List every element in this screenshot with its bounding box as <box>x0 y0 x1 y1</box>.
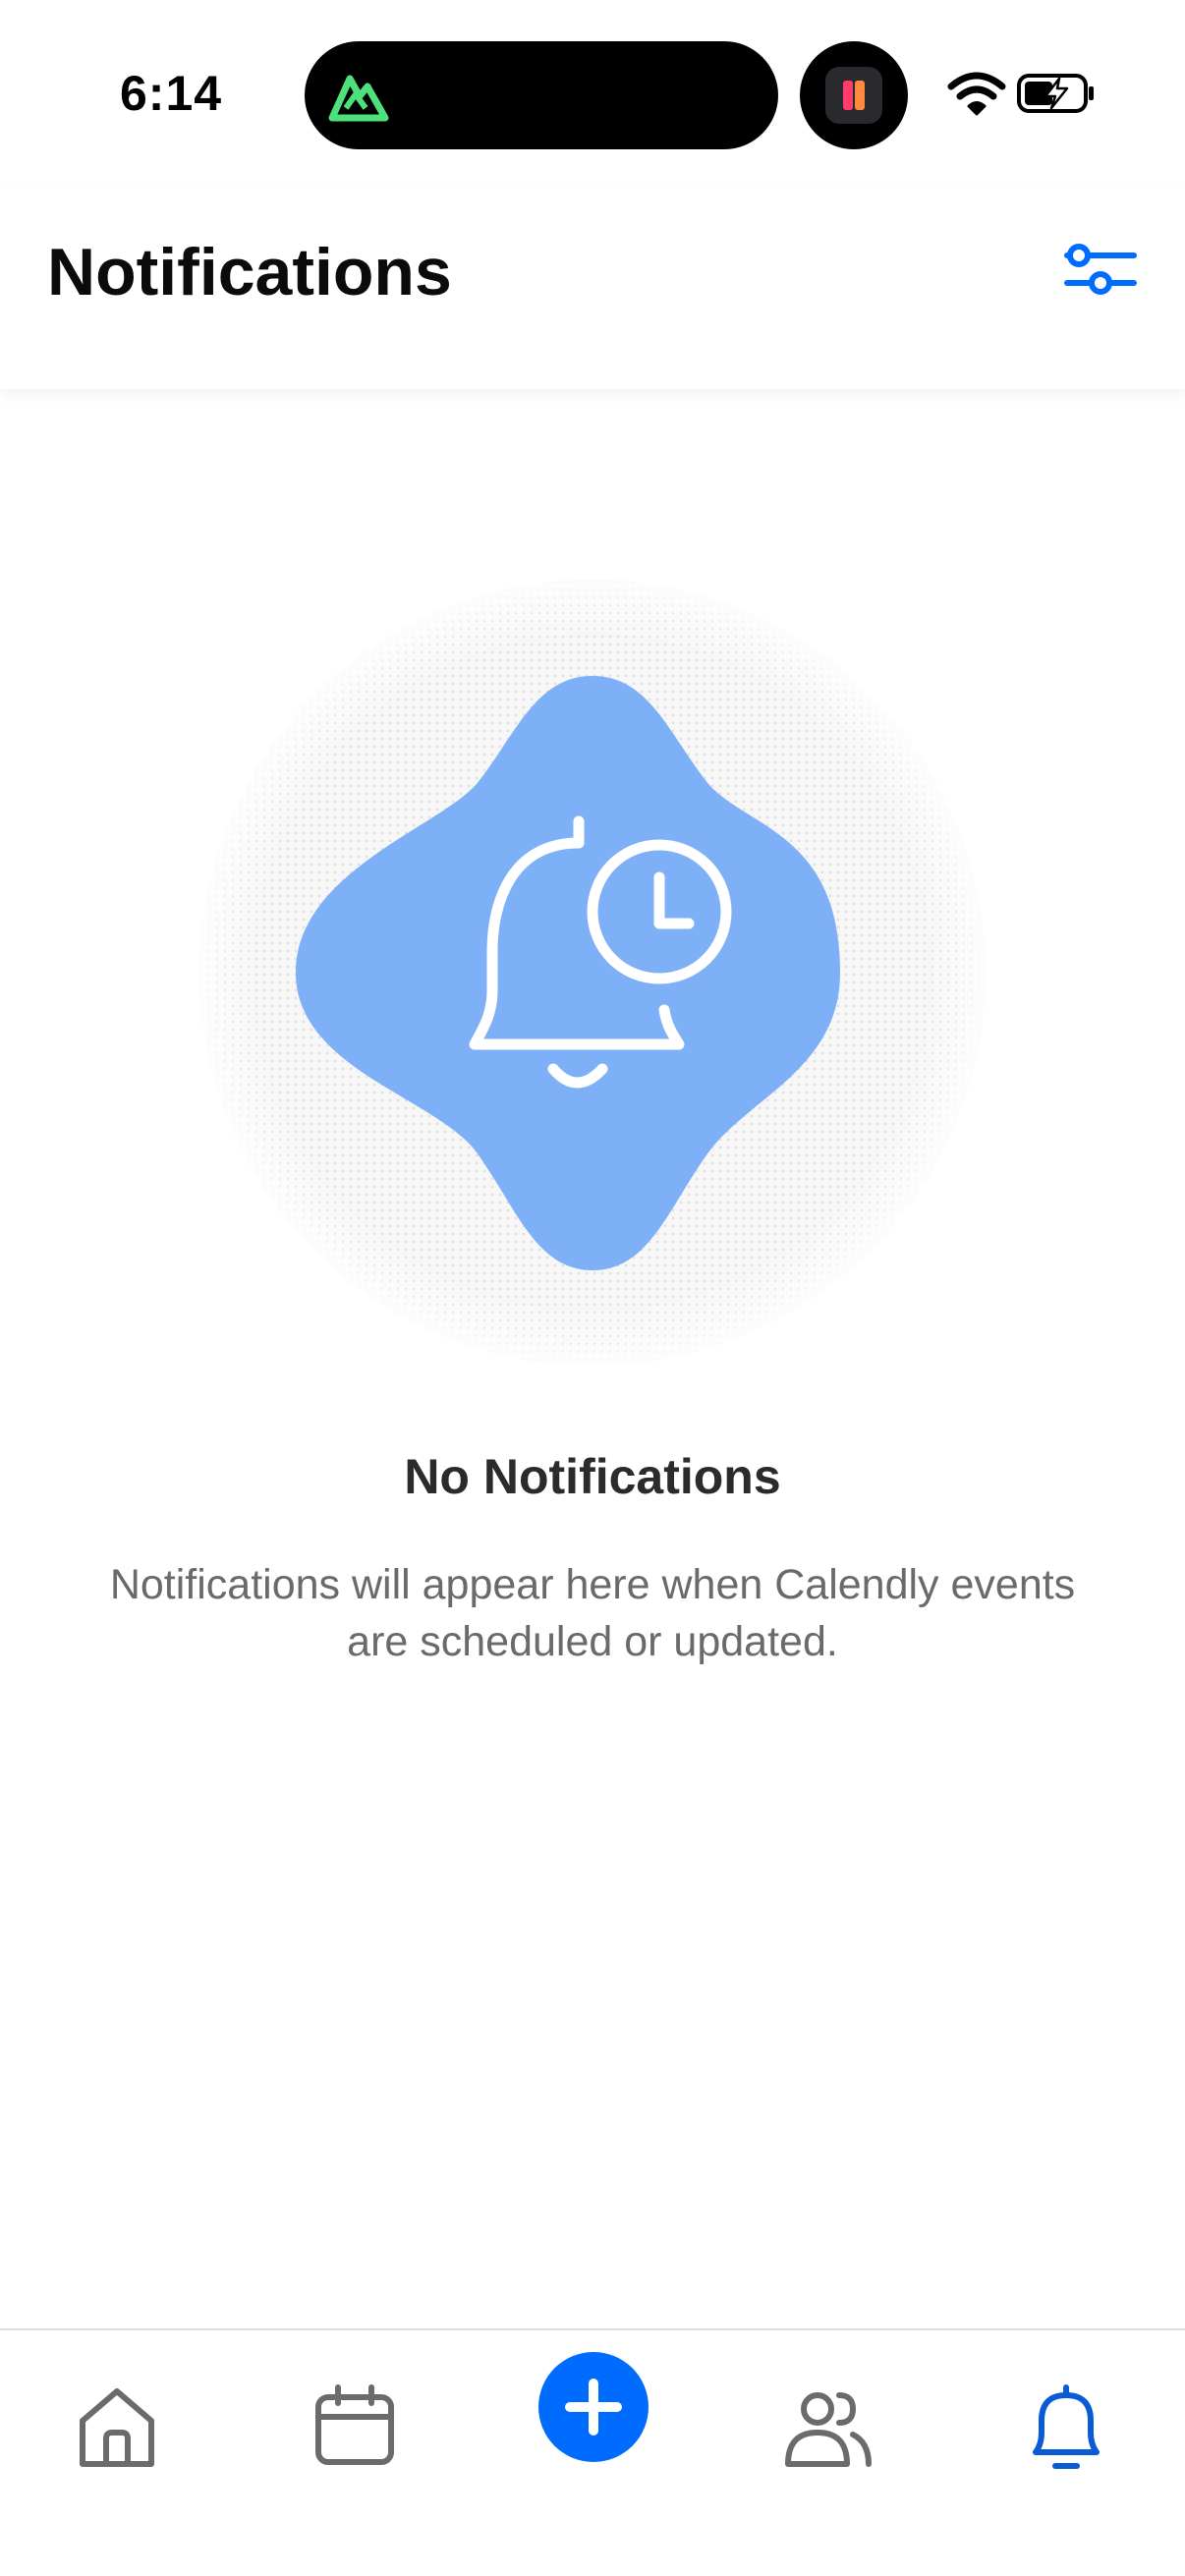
contacts-icon <box>785 2392 872 2467</box>
empty-state-title: No Notifications <box>404 1449 781 1504</box>
header: Notifications <box>0 187 1185 389</box>
activity-app-icon <box>825 67 882 124</box>
tab-home[interactable] <box>63 2374 171 2482</box>
battery-charging-icon <box>1017 74 1094 113</box>
tab-contacts[interactable] <box>774 2374 882 2482</box>
wifi-icon <box>947 72 1006 116</box>
create-button[interactable] <box>538 2352 649 2462</box>
home-icon <box>80 2388 154 2467</box>
plus-icon <box>565 2379 622 2436</box>
filter-button[interactable] <box>1061 232 1140 310</box>
status-bar: 6:14 <box>0 0 1185 187</box>
empty-state-message: Notifications will appear here when Cale… <box>109 1561 1076 1665</box>
mountain-app-icon <box>328 75 389 122</box>
notifications-screen: 6:14 Notifications No Notifications Noti… <box>0 0 1185 2576</box>
dynamic-island-activity[interactable] <box>800 41 908 149</box>
tab-bar <box>0 2328 1185 2576</box>
tab-notifications[interactable] <box>1012 2374 1120 2482</box>
bell-icon <box>1033 2384 1100 2469</box>
bell-clock-icon <box>199 580 986 1366</box>
page-title: Notifications <box>47 235 452 309</box>
empty-state: No Notifications Notifications will appe… <box>0 389 1185 2330</box>
status-time: 6:14 <box>120 66 223 121</box>
dynamic-island[interactable] <box>305 41 778 149</box>
calendar-icon <box>315 2384 394 2465</box>
sliders-icon <box>1064 244 1137 295</box>
tab-calendar[interactable] <box>301 2374 409 2482</box>
